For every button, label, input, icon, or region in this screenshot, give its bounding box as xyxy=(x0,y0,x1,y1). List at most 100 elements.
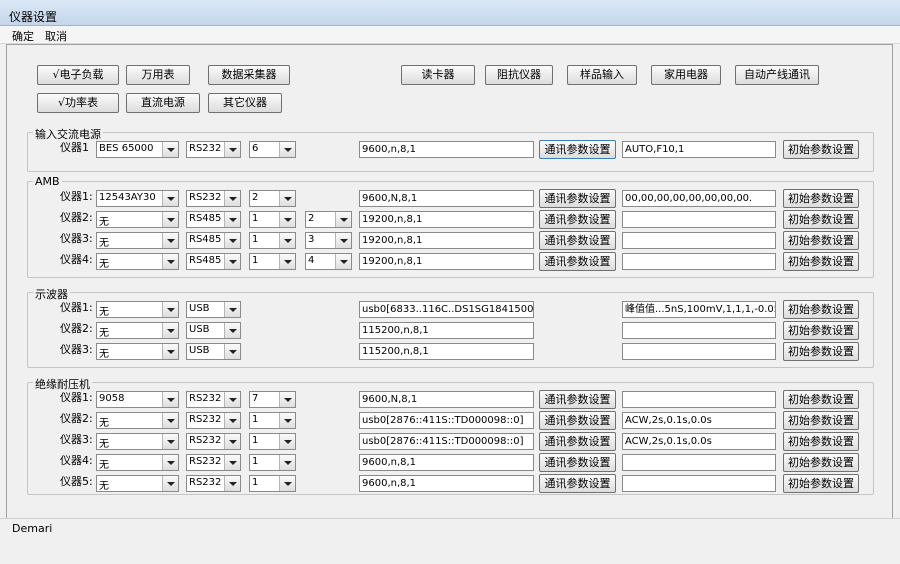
model-select[interactable]: 12543AY30 xyxy=(96,190,179,207)
comm-settings-button[interactable]: 通讯参数设置 xyxy=(539,231,616,250)
init-params-field[interactable] xyxy=(622,322,776,339)
model-select[interactable]: 无 xyxy=(96,412,179,429)
init-settings-button[interactable]: 初始参数设置 xyxy=(783,300,859,319)
comm-settings-button[interactable]: 通讯参数设置 xyxy=(539,252,616,271)
port-select[interactable]: RS232 xyxy=(186,391,241,408)
chevron-down-icon[interactable] xyxy=(224,142,240,157)
init-settings-button[interactable]: 初始参数设置 xyxy=(783,390,859,409)
chevron-down-icon[interactable] xyxy=(279,413,295,428)
top-button-6[interactable]: 家用电器 xyxy=(651,65,721,85)
model-select[interactable]: 无 xyxy=(96,343,179,360)
chevron-down-icon[interactable] xyxy=(279,254,295,269)
chevron-down-icon[interactable] xyxy=(162,476,178,491)
sub-address-select[interactable]: 3 xyxy=(305,232,352,249)
top-button-7[interactable]: 自动产线通讯 xyxy=(735,65,819,85)
comm-params-field[interactable]: usb0[6833..116C..DS1SG184150008..0] xyxy=(359,301,534,318)
comm-settings-button[interactable]: 通讯参数设置 xyxy=(539,210,616,229)
init-params-field[interactable]: ACW,2s,0.1s,0.0s xyxy=(622,433,776,450)
address-select[interactable]: 1 xyxy=(249,211,296,228)
init-params-field[interactable] xyxy=(622,391,776,408)
init-settings-button[interactable]: 初始参数设置 xyxy=(783,474,859,493)
comm-settings-button[interactable]: 通讯参数设置 xyxy=(539,390,616,409)
comm-params-field[interactable]: 9600,n,8,1 xyxy=(359,454,534,471)
init-settings-button[interactable]: 初始参数设置 xyxy=(783,252,859,271)
port-select[interactable]: RS232 xyxy=(186,190,241,207)
comm-params-field[interactable]: 19200,n,8,1 xyxy=(359,253,534,270)
chevron-down-icon[interactable] xyxy=(162,455,178,470)
comm-params-field[interactable]: 115200,n,8,1 xyxy=(359,343,534,360)
init-settings-button[interactable]: 初始参数设置 xyxy=(783,210,859,229)
top-button-row2-2[interactable]: 其它仪器 xyxy=(208,93,282,113)
comm-params-field[interactable]: 9600,n,8,1 xyxy=(359,141,534,158)
init-params-field[interactable] xyxy=(622,232,776,249)
chevron-down-icon[interactable] xyxy=(279,455,295,470)
chevron-down-icon[interactable] xyxy=(162,323,178,338)
port-select[interactable]: RS485 xyxy=(186,253,241,270)
address-select[interactable]: 1 xyxy=(249,412,296,429)
chevron-down-icon[interactable] xyxy=(224,323,240,338)
comm-settings-button[interactable]: 通讯参数设置 xyxy=(539,189,616,208)
chevron-down-icon[interactable] xyxy=(224,233,240,248)
chevron-down-icon[interactable] xyxy=(162,302,178,317)
init-settings-button[interactable]: 初始参数设置 xyxy=(783,231,859,250)
top-button-3[interactable]: 读卡器 xyxy=(401,65,475,85)
model-select[interactable]: 无 xyxy=(96,433,179,450)
sub-address-select[interactable]: 4 xyxy=(305,253,352,270)
top-button-1[interactable]: 万用表 xyxy=(126,65,190,85)
port-select[interactable]: USB xyxy=(186,301,241,318)
chevron-down-icon[interactable] xyxy=(162,233,178,248)
init-settings-button[interactable]: 初始参数设置 xyxy=(783,432,859,451)
port-select[interactable]: RS485 xyxy=(186,211,241,228)
chevron-down-icon[interactable] xyxy=(224,254,240,269)
chevron-down-icon[interactable] xyxy=(224,191,240,206)
chevron-down-icon[interactable] xyxy=(335,233,351,248)
chevron-down-icon[interactable] xyxy=(162,212,178,227)
chevron-down-icon[interactable] xyxy=(224,455,240,470)
init-settings-button[interactable]: 初始参数设置 xyxy=(783,140,859,159)
model-select[interactable]: 无 xyxy=(96,301,179,318)
init-params-field[interactable]: 峰值值...5nS,100mV,1,1,1,-0.05,0 xyxy=(622,301,776,318)
model-select[interactable]: 无 xyxy=(96,232,179,249)
address-select[interactable]: 7 xyxy=(249,391,296,408)
comm-params-field[interactable]: 9600,N,8,1 xyxy=(359,391,534,408)
chevron-down-icon[interactable] xyxy=(162,344,178,359)
model-select[interactable]: 无 xyxy=(96,211,179,228)
top-button-5[interactable]: 样品输入 xyxy=(567,65,637,85)
chevron-down-icon[interactable] xyxy=(162,413,178,428)
init-params-field[interactable]: AUTO,F10,1 xyxy=(622,141,776,158)
chevron-down-icon[interactable] xyxy=(162,254,178,269)
init-params-field[interactable] xyxy=(622,343,776,360)
init-params-field[interactable] xyxy=(622,475,776,492)
top-button-2[interactable]: 数据采集器 xyxy=(208,65,290,85)
port-select[interactable]: RS232 xyxy=(186,412,241,429)
chevron-down-icon[interactable] xyxy=(224,476,240,491)
top-button-row2-1[interactable]: 直流电源 xyxy=(126,93,200,113)
port-select[interactable]: USB xyxy=(186,322,241,339)
address-select[interactable]: 1 xyxy=(249,253,296,270)
comm-settings-button[interactable]: 通讯参数设置 xyxy=(539,432,616,451)
top-button-0[interactable]: √电子负载 xyxy=(37,65,119,85)
init-params-field[interactable] xyxy=(622,253,776,270)
menu-item-cancel[interactable]: 取消 xyxy=(45,28,67,44)
comm-params-field[interactable]: 19200,n,8,1 xyxy=(359,211,534,228)
menu-item-confirm[interactable]: 确定 xyxy=(12,28,34,44)
chevron-down-icon[interactable] xyxy=(224,302,240,317)
port-select[interactable]: USB xyxy=(186,343,241,360)
init-params-field[interactable] xyxy=(622,454,776,471)
chevron-down-icon[interactable] xyxy=(279,142,295,157)
chevron-down-icon[interactable] xyxy=(224,434,240,449)
address-select[interactable]: 1 xyxy=(249,454,296,471)
port-select[interactable]: RS232 xyxy=(186,454,241,471)
init-settings-button[interactable]: 初始参数设置 xyxy=(783,453,859,472)
address-select[interactable]: 1 xyxy=(249,475,296,492)
comm-params-field[interactable]: 9600,n,8,1 xyxy=(359,475,534,492)
chevron-down-icon[interactable] xyxy=(279,392,295,407)
chevron-down-icon[interactable] xyxy=(224,413,240,428)
chevron-down-icon[interactable] xyxy=(162,142,178,157)
comm-params-field[interactable]: 115200,n,8,1 xyxy=(359,322,534,339)
chevron-down-icon[interactable] xyxy=(162,191,178,206)
address-select[interactable]: 6 xyxy=(249,141,296,158)
model-select[interactable]: BES 65000 xyxy=(96,141,179,158)
port-select[interactable]: RS232 xyxy=(186,475,241,492)
comm-params-field[interactable]: 9600,N,8,1 xyxy=(359,190,534,207)
